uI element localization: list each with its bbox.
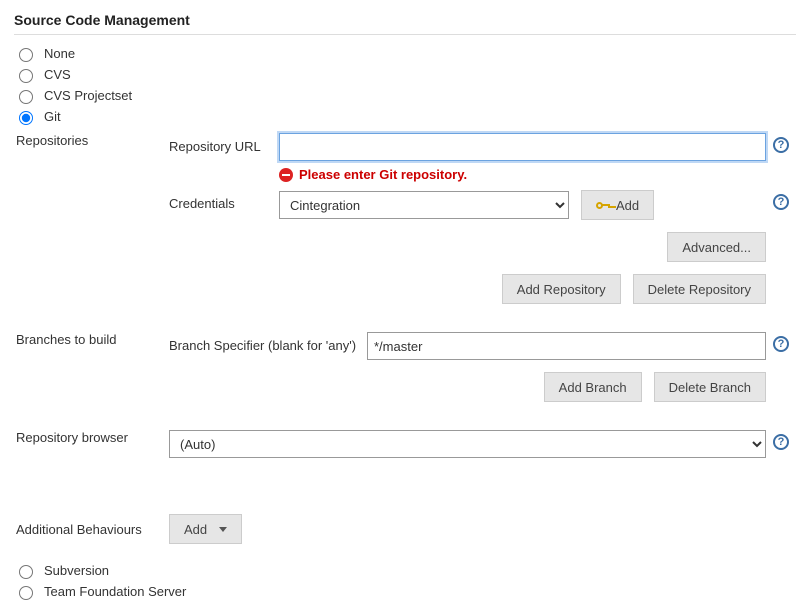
- scm-label-git[interactable]: Git: [44, 109, 61, 124]
- scm-radio-git[interactable]: [19, 111, 33, 125]
- key-icon: [596, 201, 610, 210]
- scm-label-cvs[interactable]: CVS: [44, 67, 71, 82]
- branch-specifier-label: Branch Specifier (blank for 'any'): [169, 338, 356, 353]
- credentials-select[interactable]: Cintegration: [279, 191, 569, 219]
- scm-radio-subversion[interactable]: [19, 565, 33, 579]
- error-icon: [279, 168, 293, 182]
- additional-behaviours-label: Additional Behaviours: [16, 522, 142, 537]
- repo-url-input[interactable]: [279, 133, 766, 161]
- delete-repository-button[interactable]: Delete Repository: [633, 274, 766, 304]
- scm-radio-cvs[interactable]: [19, 69, 33, 83]
- chevron-down-icon: [219, 527, 227, 532]
- repo-url-error-text: Please enter Git repository.: [299, 167, 467, 182]
- branches-to-build-label: Branches to build: [16, 332, 116, 347]
- help-icon-credentials[interactable]: ?: [773, 194, 789, 210]
- add-behaviour-button[interactable]: Add: [169, 514, 242, 544]
- scm-label-subversion[interactable]: Subversion: [44, 563, 109, 578]
- scm-label-tfs[interactable]: Team Foundation Server: [44, 584, 186, 599]
- scm-label-none[interactable]: None: [44, 46, 75, 61]
- add-branch-button[interactable]: Add Branch: [544, 372, 642, 402]
- help-icon-repo-url[interactable]: ?: [773, 137, 789, 153]
- add-credentials-button[interactable]: Add: [581, 190, 654, 220]
- repo-url-label: Repository URL: [169, 139, 261, 154]
- credentials-label: Credentials: [169, 196, 235, 211]
- scm-radio-cvs-projectset[interactable]: [19, 90, 33, 104]
- scm-radio-none[interactable]: [19, 48, 33, 62]
- repo-browser-select[interactable]: (Auto): [169, 430, 766, 458]
- advanced-button[interactable]: Advanced...: [667, 232, 766, 262]
- help-icon-branch-specifier[interactable]: ?: [773, 336, 789, 352]
- delete-branch-button[interactable]: Delete Branch: [654, 372, 766, 402]
- scm-radio-tfs[interactable]: [19, 586, 33, 600]
- add-credentials-label: Add: [616, 198, 639, 213]
- scm-label-cvs-projectset[interactable]: CVS Projectset: [44, 88, 132, 103]
- repositories-label: Repositories: [16, 133, 88, 148]
- section-title: Source Code Management: [14, 8, 796, 35]
- add-behaviour-label: Add: [184, 522, 207, 537]
- repo-browser-label: Repository browser: [16, 430, 128, 445]
- help-icon-repo-browser[interactable]: ?: [773, 434, 789, 450]
- add-repository-button[interactable]: Add Repository: [502, 274, 621, 304]
- branch-specifier-input[interactable]: [367, 332, 766, 360]
